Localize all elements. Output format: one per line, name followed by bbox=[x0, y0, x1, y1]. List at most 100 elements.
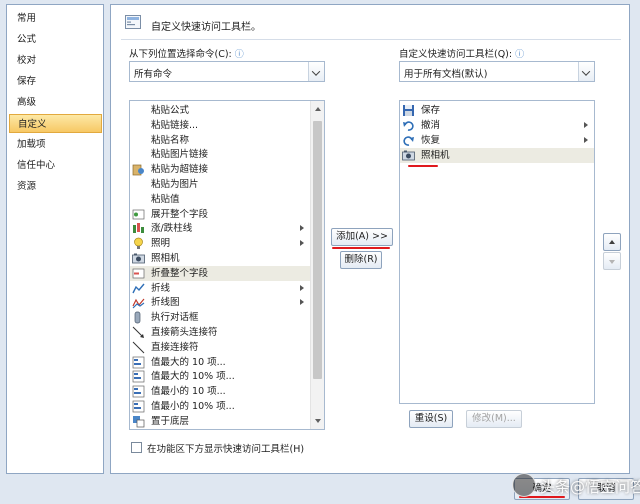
chevron-down-icon[interactable] bbox=[308, 62, 324, 81]
move-up-button[interactable] bbox=[603, 233, 621, 251]
watermark-logo-icon bbox=[512, 473, 536, 497]
list-item-label: 照相机 bbox=[421, 150, 450, 161]
nav-item[interactable]: 常用 bbox=[9, 9, 102, 28]
page-title: 自定义快速访问工具栏。 bbox=[151, 22, 261, 33]
list-item[interactable]: 粘贴为图片 bbox=[130, 177, 310, 192]
watermark-text: 头条@悟空问答 bbox=[540, 478, 640, 496]
customize-toolbar-label: 自定义快速访问工具栏(Q): ⓘ bbox=[399, 46, 524, 60]
up-arrow-icon bbox=[609, 240, 615, 244]
list-item[interactable]: 折线图 bbox=[130, 295, 310, 310]
annotation-underline bbox=[408, 165, 438, 167]
watermark: 头条@悟空问答 bbox=[510, 470, 640, 500]
top10-icon bbox=[132, 356, 145, 369]
excel-options-dialog: 常用 公式 校对 保存 高级 自定义 加载项 信任中心 资源 自定义快速访问工具栏。 从下列位置… bbox=[0, 0, 640, 504]
annotation-underline bbox=[332, 247, 390, 249]
list-item[interactable]: 置于底层 bbox=[130, 414, 310, 429]
nav-item[interactable]: 资源 bbox=[9, 177, 102, 196]
move-down-button[interactable] bbox=[603, 252, 621, 270]
send-back-icon bbox=[132, 415, 145, 428]
save-icon bbox=[402, 104, 415, 117]
list-item-label: 直接箭头连接符 bbox=[151, 327, 218, 338]
nav-item[interactable]: 校对 bbox=[9, 51, 102, 70]
list-item[interactable]: 涨/跌柱线 bbox=[130, 221, 310, 236]
list-item[interactable]: 粘贴图片链接 bbox=[130, 147, 310, 162]
list-item[interactable]: 粘贴链接... bbox=[130, 118, 310, 133]
list-item[interactable]: 照相机 bbox=[130, 251, 310, 266]
list-item[interactable]: 展开整个字段 bbox=[130, 207, 310, 222]
quick-access-toolbar-icon bbox=[125, 15, 141, 29]
list-item[interactable]: 照相机 bbox=[400, 148, 594, 163]
list-item-label: 值最小的 10% 项... bbox=[151, 401, 235, 412]
list-item[interactable]: 直接箭头连接符 bbox=[130, 325, 310, 340]
list-item[interactable]: 值最小的 10% 项... bbox=[130, 399, 310, 414]
list-item[interactable]: 粘贴为超链接 bbox=[130, 162, 310, 177]
list-item[interactable]: 粘贴名称 bbox=[130, 133, 310, 148]
list-item[interactable]: 保存 bbox=[400, 103, 594, 118]
submenu-arrow-icon bbox=[300, 299, 304, 306]
reset-button[interactable]: 重设(S) bbox=[409, 410, 453, 428]
choose-commands-label-text: 从下列位置选择命令(C): bbox=[129, 49, 232, 60]
list-item-label: 照相机 bbox=[151, 253, 180, 264]
add-button[interactable]: 添加(A) >> bbox=[331, 228, 393, 246]
list-item[interactable]: 折叠整个字段 bbox=[130, 265, 310, 281]
customize-panel: 自定义快速访问工具栏。 从下列位置选择命令(C): ⓘ 所有命令 粘贴公式粘贴链… bbox=[110, 4, 630, 474]
list-item[interactable]: 值最大的 10% 项... bbox=[130, 369, 310, 384]
nav-item[interactable]: 自定义 bbox=[9, 114, 102, 133]
lighting-icon bbox=[132, 237, 145, 250]
list-item[interactable]: 值最大的 10 项... bbox=[130, 355, 310, 370]
toolbar-scope-select[interactable]: 用于所有文档(默认) bbox=[399, 61, 595, 82]
list-item[interactable]: 撤消 bbox=[400, 118, 594, 133]
nav-item[interactable]: 保存 bbox=[9, 72, 102, 91]
command-source-select[interactable]: 所有命令 bbox=[129, 61, 325, 82]
options-nav: 常用公式校对保存高级自定义加载项信任中心资源 bbox=[6, 4, 104, 474]
list-item[interactable]: 照明 bbox=[130, 236, 310, 251]
collapse-field-icon bbox=[132, 267, 145, 280]
list-item-label: 粘贴图片链接 bbox=[151, 149, 209, 161]
available-commands-list[interactable]: 粘贴公式粘贴链接... 粘贴名称 粘贴图片链接 粘贴为超链接粘贴为图片粘贴值展开整个字… bbox=[129, 100, 325, 430]
submenu-arrow-icon bbox=[300, 225, 304, 232]
run-dialog-icon bbox=[132, 311, 145, 324]
scroll-down-icon[interactable] bbox=[315, 419, 321, 423]
remove-button[interactable]: 删除(R) bbox=[340, 251, 382, 269]
command-source-value: 所有命令 bbox=[134, 69, 173, 80]
camera-icon bbox=[132, 252, 145, 265]
list-item[interactable]: 恢复 bbox=[400, 133, 594, 148]
list-item[interactable]: 值最小的 10 项... bbox=[130, 384, 310, 399]
toolbar-scope-value: 用于所有文档(默认) bbox=[404, 69, 488, 80]
list-item-label: 粘贴公式 bbox=[151, 105, 190, 116]
list-item[interactable]: 粘贴值 bbox=[130, 192, 310, 207]
nav-item[interactable]: 加载项 bbox=[9, 135, 102, 154]
modify-button[interactable]: 修改(M)... bbox=[466, 410, 522, 428]
down-arrow-icon bbox=[609, 260, 615, 264]
chevron-down-icon[interactable] bbox=[578, 62, 594, 81]
list-item-label: 粘贴值 bbox=[151, 193, 180, 205]
list-item-label: 粘贴为图片 bbox=[151, 179, 199, 190]
commands-scrollbar[interactable] bbox=[310, 101, 324, 429]
list-item[interactable]: 折线 bbox=[130, 281, 310, 296]
choose-commands-label: 从下列位置选择命令(C): ⓘ bbox=[129, 46, 244, 60]
list-item-label: 照明 bbox=[151, 238, 171, 250]
list-item-label: 粘贴链接... bbox=[151, 119, 199, 131]
list-item-label: 保存 bbox=[421, 105, 441, 116]
nav-item[interactable]: 信任中心 bbox=[9, 156, 102, 175]
show-below-ribbon-checkbox[interactable] bbox=[131, 442, 142, 453]
list-item[interactable]: 直接连接符 bbox=[130, 340, 310, 355]
list-item[interactable]: 粘贴公式 bbox=[130, 103, 310, 118]
submenu-arrow-icon bbox=[584, 122, 588, 128]
nav-item[interactable]: 公式 bbox=[9, 30, 102, 49]
info-icon: ⓘ bbox=[515, 50, 525, 60]
nav-item[interactable]: 高级 bbox=[9, 93, 102, 112]
show-below-ribbon-label: 在功能区下方显示快速访问工具栏(H) bbox=[147, 444, 305, 455]
submenu-arrow-icon bbox=[300, 240, 304, 247]
list-item-label: 值最小的 10 项... bbox=[151, 386, 226, 398]
updown-bars-icon bbox=[132, 222, 145, 235]
list-item[interactable]: 执行对话框 bbox=[130, 310, 310, 325]
line-chart-2-icon bbox=[132, 296, 145, 309]
header-divider bbox=[121, 39, 621, 40]
scroll-up-icon[interactable] bbox=[315, 107, 321, 111]
toolbar-commands-list[interactable]: 保存撤消 恢复照相机 bbox=[399, 100, 595, 404]
scroll-thumb[interactable] bbox=[313, 121, 322, 379]
bottom10-icon bbox=[132, 385, 145, 398]
submenu-arrow-icon bbox=[584, 137, 588, 143]
list-item-label: 置于底层 bbox=[151, 415, 190, 427]
